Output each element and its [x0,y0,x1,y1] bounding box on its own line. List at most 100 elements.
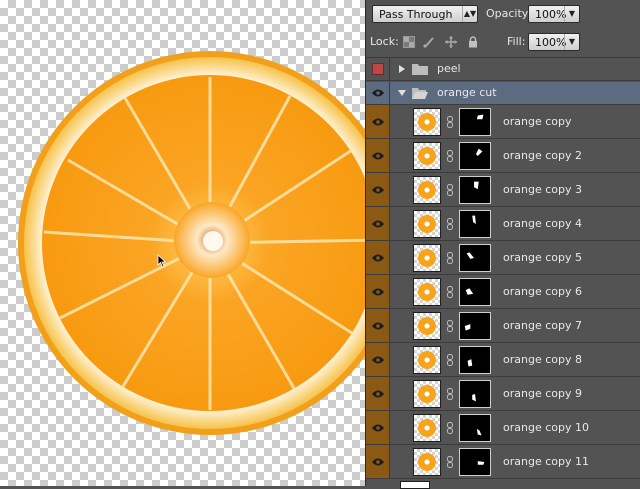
link-chain-icon[interactable] [446,252,454,264]
layer-thumbnail[interactable] [413,176,441,204]
blend-mode-dropdown[interactable]: Pass Through ▲▼ [372,5,478,23]
opacity-field[interactable]: 100% ▼ [528,5,580,23]
layer-row[interactable]: orange copy 3 [366,173,640,207]
layer-row[interactable]: orange copy 11 [366,445,640,479]
layer-thumbnail[interactable] [413,346,441,374]
layer-mask-thumbnail[interactable] [459,380,491,408]
orange-slice-image [18,51,365,435]
layer-thumbnail[interactable] [413,108,441,136]
layer-row[interactable]: orange copy 7 [366,309,640,343]
layer-thumbnail [400,481,430,489]
lock-all-icon[interactable] [467,36,479,48]
layer-thumbnail[interactable] [413,244,441,272]
orange-thumbnail-icon [418,147,436,165]
visibility-toggle[interactable] [366,105,390,138]
link-chain-icon[interactable] [446,150,454,162]
layer-name: orange copy 8 [503,353,582,366]
chevron-down-icon: ▼ [564,34,579,50]
collapse-triangle-icon[interactable] [398,89,406,97]
orange-thumbnail-icon [418,181,436,199]
blend-mode-value: Pass Through [379,8,453,21]
layer-name: orange copy 3 [503,183,582,196]
eye-icon [372,288,384,295]
layer-row[interactable]: orange copy 8 [366,343,640,377]
lock-transparent-pixels-icon[interactable] [403,36,415,48]
layer-mask-thumbnail[interactable] [459,108,491,136]
link-chain-icon[interactable] [446,320,454,332]
layer-row[interactable]: orange copy [366,105,640,139]
layer-thumbnail[interactable] [413,142,441,170]
layer-row[interactable]: orange copy 9 [366,377,640,411]
visibility-toggle[interactable] [366,411,390,444]
layer-thumbnail[interactable] [413,414,441,442]
layer-name: peel [437,62,461,75]
opacity-value: 100% [535,8,567,21]
layer-name: orange copy 7 [503,319,582,332]
eye-icon [372,220,384,227]
mouse-cursor-icon [157,254,167,268]
eye-icon [372,322,384,329]
layer-mask-thumbnail[interactable] [459,312,491,340]
layer-name: orange copy 11 [503,455,589,468]
visibility-toggle[interactable] [366,309,390,342]
visibility-toggle[interactable] [366,82,390,104]
layer-row[interactable]: orange copy 10 [366,411,640,445]
visibility-toggle[interactable] [366,377,390,410]
link-chain-icon[interactable] [446,422,454,434]
visibility-toggle[interactable] [366,275,390,308]
layer-thumbnail[interactable] [413,448,441,476]
layer-name: orange copy 9 [503,387,582,400]
orange-thumbnail-icon [418,317,436,335]
visibility-toggle[interactable] [366,241,390,274]
expand-triangle-icon[interactable] [398,65,406,73]
visibility-toggle[interactable] [366,173,390,206]
layer-mask-thumbnail[interactable] [459,176,491,204]
lock-options-row: Lock: Fill: 100% ▼ [366,28,640,58]
visibility-toggle[interactable] [366,207,390,240]
layer-thumbnail[interactable] [413,210,441,238]
layer-mask-thumbnail[interactable] [459,414,491,442]
link-chain-icon[interactable] [446,354,454,366]
layer-row[interactable]: orange copy 6 [366,275,640,309]
eye-icon [372,118,384,125]
layer-thumbnail[interactable] [413,278,441,306]
visibility-toggle[interactable] [366,139,390,172]
link-chain-icon[interactable] [446,116,454,128]
link-chain-icon[interactable] [446,286,454,298]
fill-field[interactable]: 100% ▼ [528,33,580,51]
visibility-toggle[interactable] [366,343,390,376]
lock-position-icon[interactable] [445,36,457,48]
chevron-down-icon: ▼ [564,6,579,22]
visibility-toggle[interactable] [366,58,390,80]
eye-icon [372,89,384,97]
layer-mask-thumbnail[interactable] [459,142,491,170]
eye-icon [372,390,384,397]
layer-thumbnail[interactable] [413,312,441,340]
layer-row[interactable]: orange copy 2 [366,139,640,173]
link-chain-icon[interactable] [446,218,454,230]
lock-image-pixels-icon[interactable] [423,36,435,48]
link-chain-icon[interactable] [446,456,454,468]
layer-mask-thumbnail[interactable] [459,278,491,306]
eye-icon [372,152,384,159]
layer-mask-thumbnail[interactable] [459,448,491,476]
orange-thumbnail-icon [418,419,436,437]
orange-thumbnail-icon [418,283,436,301]
layer-row[interactable]: orange copy 5 [366,241,640,275]
layer-mask-thumbnail[interactable] [459,210,491,238]
layer-name: orange copy [503,115,572,128]
orange-thumbnail-icon [418,385,436,403]
blend-options-row: Pass Through ▲▼ Opacity: 100% ▼ [366,0,640,28]
layer-group-peel[interactable]: peel [366,58,640,81]
layer-row[interactable]: orange copy 4 [366,207,640,241]
link-chain-icon[interactable] [446,388,454,400]
link-chain-icon[interactable] [446,184,454,196]
visibility-toggle[interactable] [366,445,390,478]
eye-icon [372,254,384,261]
layer-mask-thumbnail[interactable] [459,244,491,272]
document-canvas[interactable] [0,0,365,486]
layer-mask-thumbnail[interactable] [459,346,491,374]
layer-thumbnail[interactable] [413,380,441,408]
orange-thumbnail-icon [418,351,436,369]
layer-group-orange-cut[interactable]: orange cut [366,82,640,105]
